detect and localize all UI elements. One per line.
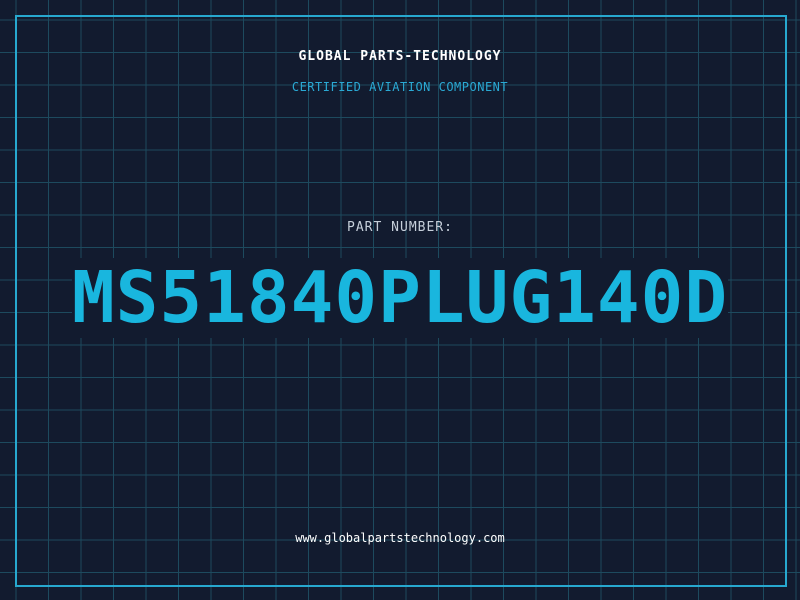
part-number-text: MS51840PLUG140D — [71, 256, 729, 339]
part-card: GLOBAL PARTS-TECHNOLOGY CERTIFIED AVIATI… — [0, 0, 800, 600]
part-number-label: PART NUMBER: — [347, 220, 453, 235]
part-number-value: MS51840PLUG140D — [0, 258, 800, 338]
website-url: www.globalpartstechnology.com — [295, 531, 505, 545]
company-name: GLOBAL PARTS-TECHNOLOGY — [298, 49, 502, 64]
certification-tagline: CERTIFIED AVIATION COMPONENT — [291, 80, 509, 94]
